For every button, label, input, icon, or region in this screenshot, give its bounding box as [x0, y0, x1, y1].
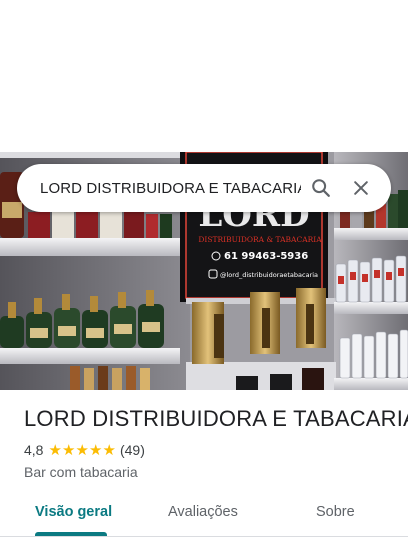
- star-icon: ★: [48, 441, 62, 459]
- search-icon: [312, 179, 330, 197]
- tab-overview[interactable]: Visão geral: [35, 504, 112, 520]
- star-rating: ★ ★ ★ ★ ★: [48, 443, 116, 458]
- star-icon: ★: [75, 441, 89, 459]
- star-icon: ★: [88, 441, 103, 459]
- search-bar[interactable]: LORD DISTRIBUIDORA E TABACARIA: [17, 164, 391, 212]
- place-title: LORD DISTRIBUIDORA E TABACARIA: [24, 406, 408, 431]
- star-icon: ★: [102, 441, 116, 459]
- tabs-divider: [0, 536, 408, 537]
- rating-value: 4,8: [24, 442, 44, 458]
- place-info: LORD DISTRIBUIDORA E TABACARIA 4,8 ★ ★ ★…: [24, 406, 408, 480]
- sign-instagram: @lord_distribuidoraetabacaria: [220, 271, 318, 279]
- reviews-count[interactable]: (49): [120, 442, 145, 458]
- rating-row[interactable]: 4,8 ★ ★ ★ ★ ★ (49): [24, 442, 394, 458]
- place-category[interactable]: Bar com tabacaria: [24, 464, 394, 480]
- search-button[interactable]: [301, 168, 341, 208]
- clear-search-button[interactable]: [341, 168, 381, 208]
- place-tabs: Visão geral Avaliações Sobre: [0, 492, 408, 536]
- tab-reviews[interactable]: Avaliações: [168, 504, 238, 520]
- close-icon: [354, 181, 368, 195]
- star-icon: ★: [61, 441, 76, 459]
- sign-subtitle: DISTRIBUIDORA & TABACARIA: [198, 235, 322, 244]
- sign-phone: 61 99463-5936: [224, 251, 308, 262]
- tab-about[interactable]: Sobre: [316, 504, 355, 520]
- search-input[interactable]: LORD DISTRIBUIDORA E TABACARIA: [40, 180, 301, 197]
